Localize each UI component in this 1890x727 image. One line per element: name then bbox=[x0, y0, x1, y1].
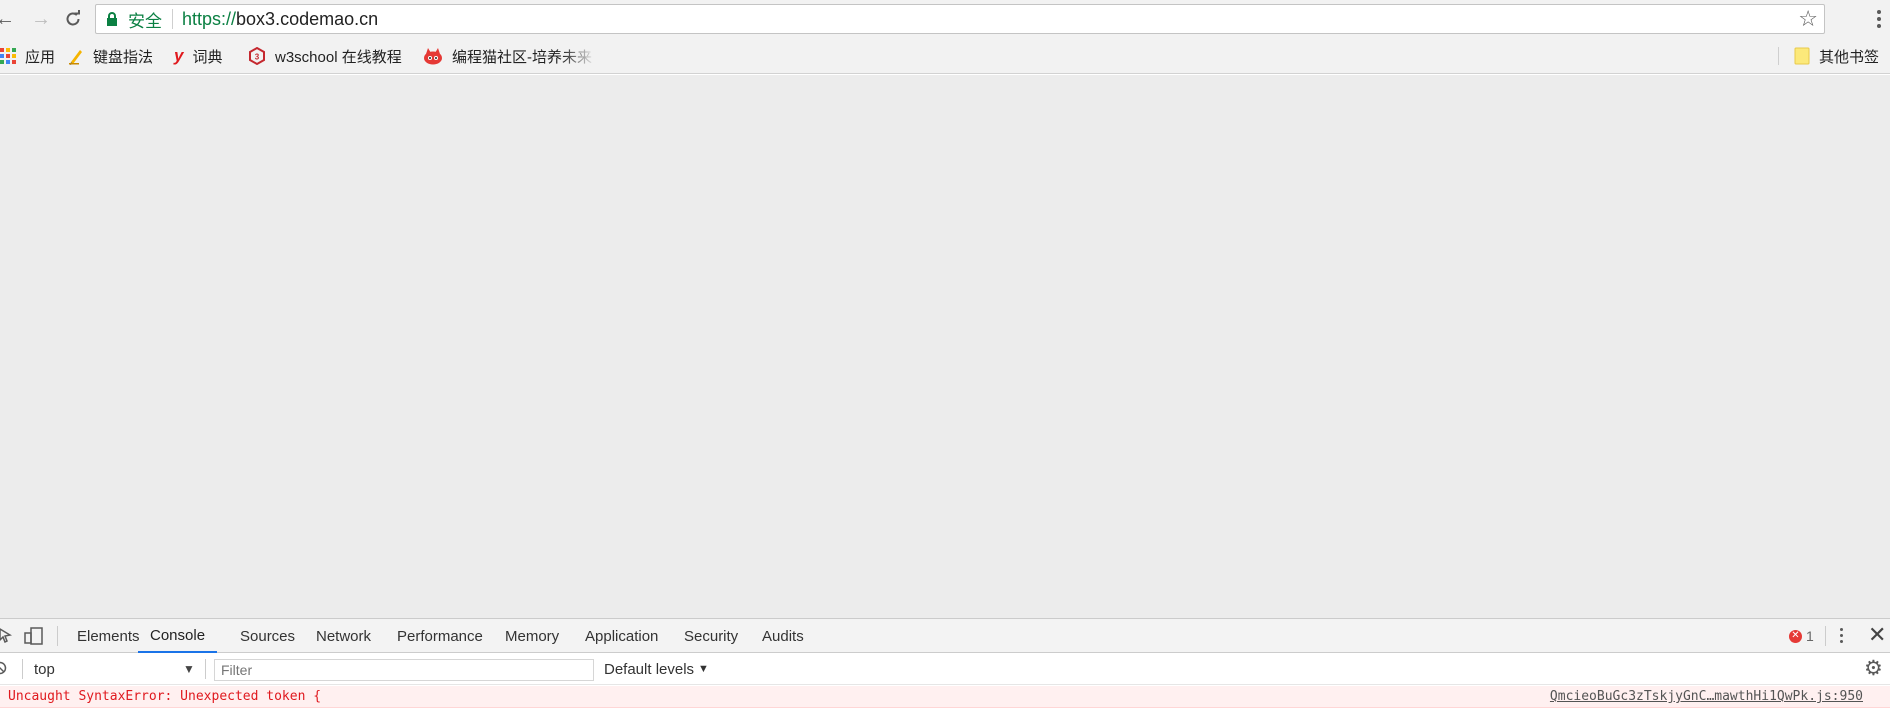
console-filterbar: top ▼ Default levels ▼ ⚙ bbox=[0, 653, 1890, 685]
svg-text:3: 3 bbox=[255, 53, 260, 62]
reload-icon bbox=[66, 10, 80, 26]
gear-icon[interactable]: ⚙ bbox=[1864, 658, 1883, 680]
bookmark-label: 编程猫社区-培养未来 bbox=[452, 48, 592, 66]
device-toolbar-icon[interactable] bbox=[24, 627, 44, 650]
bookmark-label: 应用 bbox=[25, 48, 56, 66]
pencil-icon bbox=[68, 47, 84, 65]
omnibox-divider bbox=[172, 9, 173, 29]
browser-toolbar: ← → 安全 https://box3.codemao.cn ☆ bbox=[0, 0, 1890, 38]
tab-performance[interactable]: Performance bbox=[397, 619, 483, 653]
devtools-menu-icon[interactable] bbox=[1840, 628, 1843, 643]
secure-label: 安全 bbox=[128, 11, 162, 31]
bookmark-label: 其他书签 bbox=[1819, 48, 1880, 66]
chevron-down-icon[interactable]: ▼ bbox=[183, 653, 195, 685]
error-count: 1 bbox=[1806, 628, 1814, 644]
tab-console[interactable]: Console bbox=[138, 619, 218, 653]
tab-network[interactable]: Network bbox=[316, 619, 371, 653]
page-viewport[interactable] bbox=[0, 75, 1890, 618]
devtools-tabbar: Elements Console Sources Network Perform… bbox=[0, 619, 1890, 653]
close-icon[interactable]: ✕ bbox=[1868, 623, 1886, 647]
bookmark-dictionary[interactable]: y 词典 bbox=[174, 38, 222, 74]
bookmark-label: 键盘指法 bbox=[93, 48, 154, 66]
error-icon: ✕ bbox=[1789, 629, 1802, 643]
bookmark-label: 词典 bbox=[192, 48, 223, 66]
log-levels-dropdown[interactable]: Default levels ▼ bbox=[604, 653, 709, 685]
tab-application[interactable]: Application bbox=[585, 619, 658, 653]
error-text: Uncaught SyntaxError: Unexpected token { bbox=[8, 689, 322, 704]
bookmarks-divider bbox=[1778, 47, 1779, 65]
reload-button[interactable] bbox=[60, 6, 86, 32]
tab-security[interactable]: Security bbox=[684, 619, 738, 653]
bookmark-apps[interactable]: 应用 bbox=[0, 38, 56, 74]
url-host: box3.codemao.cn bbox=[236, 8, 379, 29]
bookmark-codemao[interactable]: 编程猫社区-培养未来 bbox=[423, 38, 596, 74]
inspect-element-icon[interactable] bbox=[0, 627, 13, 648]
context-select[interactable]: top bbox=[34, 653, 55, 685]
arrow-left-icon: ← bbox=[0, 7, 15, 30]
apps-grid-icon bbox=[0, 48, 16, 64]
arrow-right-icon: → bbox=[31, 7, 51, 30]
tab-elements[interactable]: Elements bbox=[77, 619, 140, 653]
url-text[interactable]: https://box3.codemao.cn bbox=[182, 9, 378, 30]
tabbar-separator bbox=[57, 626, 58, 646]
bookmark-typing[interactable]: 键盘指法 bbox=[68, 38, 153, 74]
w3school-icon: 3 bbox=[248, 47, 266, 65]
source-link[interactable]: QmcieoBuGc3zTskjyGnC…mawthHi1QwPk.js:950 bbox=[1550, 689, 1863, 704]
back-button[interactable]: ← bbox=[0, 6, 18, 32]
tab-memory[interactable]: Memory bbox=[505, 619, 559, 653]
filter-input[interactable] bbox=[214, 659, 594, 681]
forward-button[interactable]: → bbox=[28, 6, 54, 32]
bookmarks-bar: 应用 键盘指法 y 词典 3 w3school 在线教程 编程猫社区-培养未来 … bbox=[0, 38, 1890, 74]
devtools-panel: Elements Console Sources Network Perform… bbox=[0, 618, 1890, 727]
folder-icon bbox=[1794, 47, 1810, 65]
error-count-badge[interactable]: ✕ 1 bbox=[1789, 619, 1814, 653]
lock-icon bbox=[106, 11, 120, 27]
tab-sources[interactable]: Sources bbox=[240, 619, 295, 653]
codemao-icon bbox=[423, 47, 443, 65]
chevron-down-icon: ▼ bbox=[698, 663, 709, 675]
console-error-message[interactable]: Uncaught SyntaxError: Unexpected token {… bbox=[0, 686, 1890, 708]
tabbar-separator bbox=[1825, 626, 1826, 646]
youdao-icon: y bbox=[174, 46, 184, 65]
filterbar-separator bbox=[22, 659, 23, 679]
url-protocol: https:// bbox=[182, 8, 237, 29]
address-bar[interactable]: 安全 https://box3.codemao.cn ☆ bbox=[95, 4, 1825, 34]
filterbar-separator bbox=[205, 659, 206, 679]
star-icon[interactable]: ☆ bbox=[1798, 7, 1818, 31]
more-vert-icon[interactable] bbox=[1868, 8, 1890, 30]
bookmark-label: w3school 在线教程 bbox=[275, 48, 402, 66]
clear-console-icon[interactable] bbox=[0, 660, 8, 679]
tab-audits[interactable]: Audits bbox=[762, 619, 804, 653]
bookmark-w3school[interactable]: 3 w3school 在线教程 bbox=[248, 38, 402, 74]
bookmark-other-folder[interactable]: 其他书签 bbox=[1794, 38, 1879, 74]
